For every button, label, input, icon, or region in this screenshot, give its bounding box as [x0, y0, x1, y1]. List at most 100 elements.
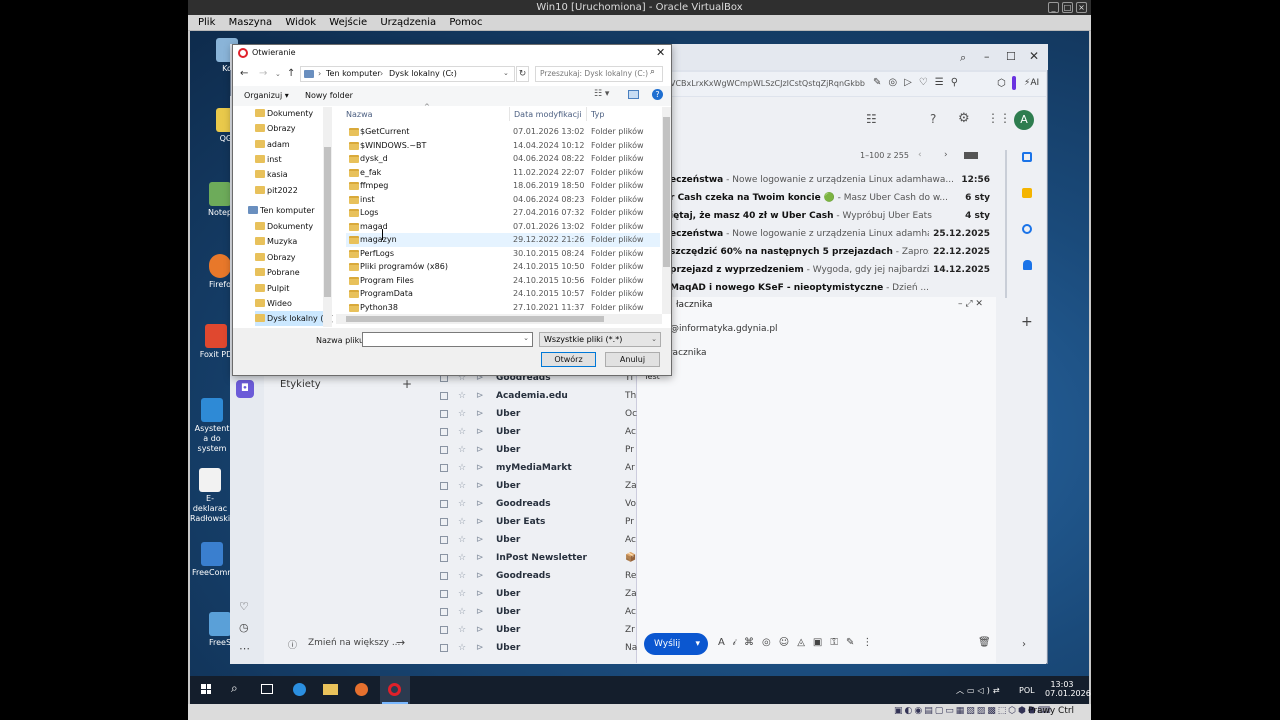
star-icon[interactable]: ☆	[458, 603, 466, 621]
nav-tree-item[interactable]: Dokumenty📌	[255, 107, 331, 121]
nav-tree-item[interactable]: Pobrane	[255, 265, 331, 280]
star-icon[interactable]: ☆	[458, 531, 466, 549]
nav-tree-item[interactable]: Pulpit	[255, 281, 331, 296]
checkbox[interactable]	[440, 392, 448, 400]
calendar-icon[interactable]	[1022, 152, 1032, 162]
tray-icons[interactable]: ︿▭◁)⇄	[956, 685, 1003, 696]
table-row[interactable]: ☆ ⊳ Uber Oc	[436, 405, 637, 423]
clock[interactable]: 13:03 07.01.2026	[1045, 680, 1091, 698]
density-icon[interactable]	[964, 152, 978, 159]
menu-widok[interactable]: Widok	[285, 17, 316, 28]
filename-input[interactable]: ⌄	[362, 332, 533, 347]
table-row[interactable]: ☆ ⊳ Uber Pr	[436, 441, 636, 459]
file-list-item[interactable]: Program Files 24.10.2015 10:56 Folder plik…	[346, 274, 660, 288]
nav-tree-item[interactable]: Muzyka	[255, 234, 331, 249]
start-icon[interactable]	[201, 684, 211, 694]
maximize-icon[interactable]: □	[1062, 2, 1073, 13]
send-options-icon[interactable]: ▾	[695, 633, 700, 655]
compose-subject[interactable]: łacznika	[670, 348, 707, 358]
important-icon[interactable]: ⊳	[476, 459, 484, 477]
nav-tree-item[interactable]: pit2022	[255, 183, 331, 198]
file-list-item[interactable]: ffmpeg 18.06.2019 18:50 Folder plików	[346, 179, 660, 193]
important-icon[interactable]: ⊳	[476, 423, 484, 441]
star-icon[interactable]: ☆	[458, 405, 466, 423]
star-icon[interactable]: ☆	[458, 621, 466, 639]
menu-plik[interactable]: Plik	[198, 17, 215, 28]
explorer-icon[interactable]	[323, 684, 338, 695]
tree-scrollbar[interactable]	[323, 107, 332, 327]
compose-recipient[interactable]: @informatyka.gdynia.pl	[670, 324, 778, 334]
file-list-item[interactable]: dysk_d 04.06.2024 08:22 Folder plików	[346, 152, 660, 166]
star-icon[interactable]: ☆	[458, 567, 466, 585]
checkbox[interactable]	[440, 464, 448, 472]
filetype-select[interactable]: Wszystkie pliki (*.*) ⌄	[539, 332, 661, 347]
up-icon[interactable]: ↑	[287, 68, 295, 79]
important-icon[interactable]: ⊳	[476, 567, 484, 585]
important-icon[interactable]: ⊳	[476, 495, 484, 513]
file-list-item[interactable]: magad 07.01.2026 13:02 Folder plików	[346, 220, 660, 234]
table-row[interactable]: ☆ ⊳ Uber Ac	[436, 531, 636, 549]
important-icon[interactable]: ⊳	[476, 603, 484, 621]
nav-tree-item[interactable]: inst	[255, 152, 331, 167]
open-button[interactable]: Otwórz	[541, 352, 596, 367]
important-icon[interactable]: ⊳	[476, 441, 484, 459]
star-icon[interactable]: ☆	[458, 513, 466, 531]
nav-tree-item[interactable]: Ten komputer	[248, 203, 331, 218]
checkbox[interactable]	[440, 482, 448, 490]
breadcrumb-drive[interactable]: Dysk lokalny (C:)	[389, 69, 457, 78]
checkbox[interactable]	[440, 590, 448, 598]
nav-tree-item[interactable]: adam	[255, 137, 331, 152]
heart-icon[interactable]: ♡	[239, 600, 249, 613]
star-icon[interactable]: ☆	[458, 585, 466, 603]
compose-window-controls[interactable]: – ⤢ ✕	[958, 299, 983, 309]
file-list-item[interactable]: $WINDOWS.~BT 14.04.2024 10:12 Folder plikó…	[346, 139, 660, 153]
organize-button[interactable]: Organizuj ▾	[244, 91, 289, 100]
star-icon[interactable]: ☆	[458, 639, 466, 657]
important-icon[interactable]: ⊳	[476, 585, 484, 603]
checkbox[interactable]	[440, 536, 448, 544]
apps-grid-icon[interactable]: ⋮⋮	[987, 111, 1011, 125]
maximize-icon[interactable]: ☐	[1006, 50, 1016, 63]
bottom-hint[interactable]: Zmień na większy ...	[308, 638, 400, 648]
browser-toolbar-icons[interactable]: ✎◎▷♡☰⚲	[873, 77, 965, 88]
minimize-icon[interactable]: _	[1048, 2, 1059, 13]
edge-icon[interactable]	[293, 683, 306, 696]
forward-icon[interactable]: →	[259, 68, 267, 79]
view-options-icon[interactable]: ☷ ▾	[594, 89, 609, 99]
column-name[interactable]: Nazwa	[346, 110, 373, 119]
important-icon[interactable]: ⊳	[476, 387, 484, 405]
close-icon[interactable]: ✕	[1029, 49, 1039, 63]
checkbox[interactable]	[440, 428, 448, 436]
more-icon[interactable]: ⋯	[239, 642, 250, 655]
expand-panel-icon[interactable]: ›	[1022, 639, 1026, 650]
important-icon[interactable]: ⊳	[476, 639, 484, 657]
menu-pomoc[interactable]: Pomoc	[449, 17, 482, 28]
prev-page-icon[interactable]: ‹	[918, 150, 922, 160]
star-icon[interactable]: ☆	[458, 495, 466, 513]
filter-icon[interactable]: ☷	[866, 112, 877, 126]
breadcrumb-this-pc[interactable]: Ten komputer	[326, 69, 381, 78]
help-icon[interactable]: ?	[652, 89, 663, 100]
file-list-item[interactable]: $GetCurrent 07.01.2026 13:02 Folder plików	[346, 125, 660, 139]
file-list-item[interactable]: Pliki programów (x86) 24.10.2015 10:50 Fol…	[346, 260, 660, 274]
nav-tree-item[interactable]: Wideo	[255, 296, 331, 311]
dialog-close-icon[interactable]: ✕	[656, 46, 665, 59]
file-list-item[interactable]: Logs 27.04.2016 07:32 Folder plików	[346, 206, 660, 220]
add-addon-icon[interactable]: +	[1021, 314, 1033, 330]
keep-icon[interactable]	[1022, 188, 1032, 198]
star-icon[interactable]: ☆	[458, 441, 466, 459]
address-bar[interactable]: VCBxLrxKxWgWCmpWLSzCJzICstQstqZjRqnGkbbH…	[670, 79, 865, 88]
file-list-item[interactable]: e_fak 11.02.2024 22:07 Folder plików	[346, 166, 660, 180]
recent-locations-icon[interactable]: ⌄	[275, 70, 281, 78]
file-list-item[interactable]: magazyn 29.12.2022 21:26 Folder plików	[346, 233, 660, 247]
table-row[interactable]: ☆ ⊳ Goodreads Re	[436, 567, 636, 585]
add-label-icon[interactable]: +	[402, 377, 412, 391]
search-icon[interactable]: ⌕	[650, 67, 655, 77]
important-icon[interactable]: ⊳	[476, 513, 484, 531]
table-row[interactable]: ☆ ⊳ Uber Na	[436, 639, 637, 657]
checkbox[interactable]	[440, 644, 448, 652]
file-list-item[interactable]: PerfLogs 30.10.2015 08:24 Folder plików	[346, 247, 660, 261]
files-vscrollbar[interactable]	[662, 107, 671, 314]
file-list-item[interactable]: Python38 27.10.2021 11:37 Folder plików	[346, 301, 660, 315]
important-icon[interactable]: ⊳	[476, 477, 484, 495]
